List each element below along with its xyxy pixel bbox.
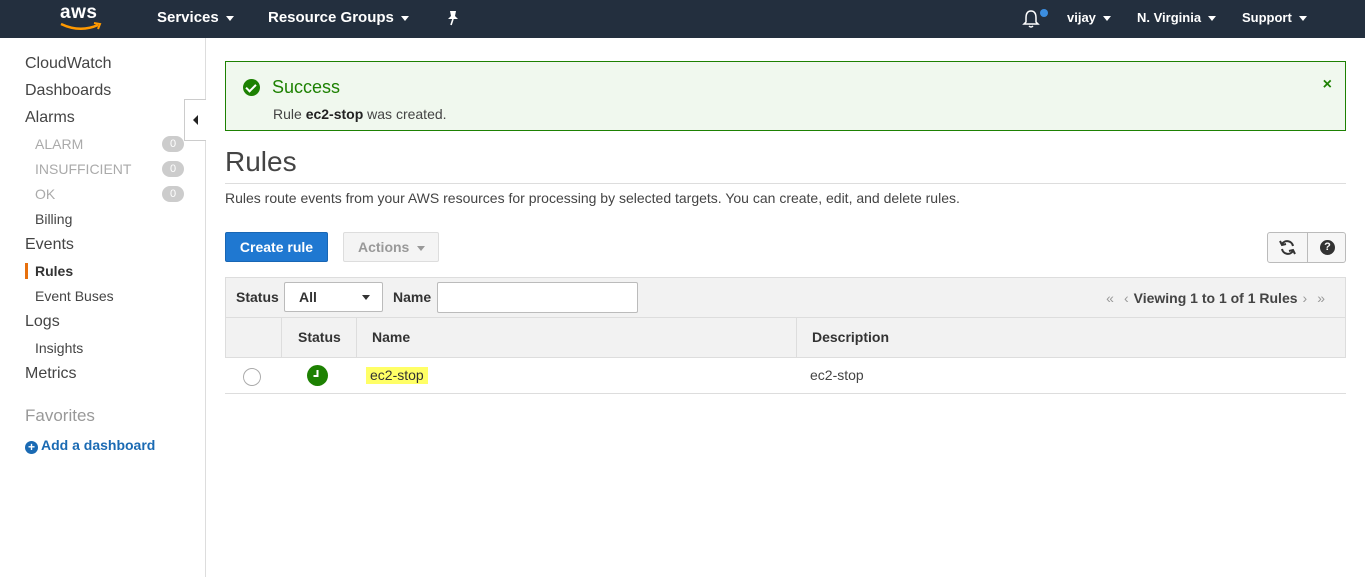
resource-groups-label: Resource Groups bbox=[268, 9, 394, 26]
support-menu[interactable]: Support bbox=[1242, 0, 1307, 38]
row-select-radio[interactable] bbox=[243, 368, 261, 386]
last-page-icon[interactable]: » bbox=[1317, 290, 1325, 306]
help-icon: ? bbox=[1320, 240, 1335, 255]
plus-circle-icon: + bbox=[25, 441, 38, 454]
top-nav: aws Services Resource Groups vijay N. Vi… bbox=[0, 0, 1365, 38]
column-header-name[interactable]: Name bbox=[372, 318, 410, 357]
sidebar-item-events[interactable]: Events bbox=[25, 236, 74, 254]
help-button[interactable]: ? bbox=[1307, 233, 1346, 262]
flash-rule-name: ec2-stop bbox=[305, 106, 364, 122]
ok-count-badge: 0 bbox=[162, 186, 184, 202]
notification-dot bbox=[1040, 9, 1048, 17]
alarm-count-badge: 0 bbox=[162, 136, 184, 152]
pagination: « ‹ Viewing 1 to 1 of 1 Rules › » bbox=[1101, 290, 1330, 306]
flash-message: Rule ec2-stop was created. bbox=[273, 106, 447, 122]
enabled-status-icon bbox=[307, 365, 328, 386]
chevron-down-icon bbox=[417, 245, 426, 251]
table-header: Status Name Description bbox=[225, 318, 1346, 358]
chevron-down-icon bbox=[1102, 16, 1111, 22]
pin-icon[interactable] bbox=[446, 10, 460, 26]
chevron-down-icon bbox=[225, 15, 234, 21]
flash-msg-prefix: Rule bbox=[273, 106, 306, 122]
name-filter-input[interactable] bbox=[437, 282, 638, 313]
user-menu[interactable]: vijay bbox=[1067, 0, 1111, 38]
column-header-status[interactable]: Status bbox=[298, 318, 341, 357]
sidebar-item-billing[interactable]: Billing bbox=[35, 211, 72, 227]
insufficient-count-badge: 0 bbox=[162, 161, 184, 177]
first-page-icon[interactable]: « bbox=[1106, 290, 1114, 306]
sidebar-item-rules[interactable]: Rules bbox=[35, 263, 73, 279]
sidebar-item-alarms[interactable]: Alarms bbox=[25, 109, 75, 127]
page-description: Rules route events from your AWS resourc… bbox=[225, 190, 960, 206]
chevron-down-icon bbox=[1208, 16, 1217, 22]
create-rule-button[interactable]: Create rule bbox=[225, 232, 328, 262]
collapse-sidebar-button[interactable] bbox=[184, 99, 206, 141]
flash-title: Success bbox=[272, 77, 341, 97]
name-filter-label: Name bbox=[393, 289, 432, 305]
filter-bar: Status All Name « ‹ Viewing 1 to 1 of 1 Ru… bbox=[225, 277, 1346, 318]
chevron-down-icon bbox=[400, 15, 409, 21]
sidebar-item-ok[interactable]: OK bbox=[35, 186, 55, 202]
column-header-description[interactable]: Description bbox=[812, 318, 889, 357]
region-menu[interactable]: N. Virginia bbox=[1137, 0, 1217, 38]
services-label: Services bbox=[157, 9, 219, 26]
sidebar-item-insufficient[interactable]: INSUFFICIENT bbox=[35, 161, 131, 177]
prev-page-icon[interactable]: ‹ bbox=[1124, 290, 1129, 306]
flash-msg-suffix: was created. bbox=[363, 106, 447, 122]
next-page-icon[interactable]: › bbox=[1303, 290, 1308, 306]
page-title: Rules bbox=[225, 146, 297, 177]
actions-button[interactable]: Actions bbox=[343, 232, 439, 262]
column-divider bbox=[796, 318, 797, 357]
sidebar-item-metrics[interactable]: Metrics bbox=[25, 365, 77, 383]
region-label: N. Virginia bbox=[1137, 10, 1202, 25]
sidebar-item-insights[interactable]: Insights bbox=[35, 340, 83, 356]
user-label: vijay bbox=[1067, 10, 1096, 25]
favorites-heading: Favorites bbox=[25, 406, 95, 425]
title-divider bbox=[225, 183, 1346, 184]
chevron-down-icon bbox=[362, 295, 370, 300]
chevron-down-icon bbox=[1298, 16, 1307, 22]
status-filter-label: Status bbox=[236, 289, 279, 305]
actions-label: Actions bbox=[358, 239, 410, 255]
column-divider bbox=[356, 318, 357, 357]
support-label: Support bbox=[1242, 10, 1292, 25]
sidebar-item-logs[interactable]: Logs bbox=[25, 313, 60, 331]
sidebar: CloudWatch Dashboards Alarms ALARM 0 INS… bbox=[0, 38, 206, 577]
clock-icon bbox=[313, 370, 319, 377]
refresh-button[interactable] bbox=[1268, 233, 1307, 262]
sidebar-item-event-buses[interactable]: Event Buses bbox=[35, 288, 114, 304]
check-circle-icon bbox=[243, 79, 260, 96]
status-select-value: All bbox=[299, 289, 317, 305]
rule-description: ec2-stop bbox=[810, 367, 864, 383]
column-divider bbox=[281, 318, 282, 357]
status-select[interactable]: All bbox=[284, 282, 383, 312]
active-indicator bbox=[25, 263, 28, 279]
bell-icon[interactable] bbox=[1021, 9, 1041, 29]
sidebar-item-cloudwatch[interactable]: CloudWatch bbox=[25, 55, 112, 73]
close-icon[interactable]: × bbox=[1323, 76, 1332, 94]
add-dashboard-label: Add a dashboard bbox=[41, 437, 156, 453]
aws-smile-icon bbox=[60, 22, 102, 30]
add-dashboard-link[interactable]: + Add a dashboard bbox=[25, 437, 155, 454]
sidebar-item-alarm[interactable]: ALARM bbox=[35, 136, 83, 152]
rule-name-link[interactable]: ec2-stop bbox=[366, 367, 428, 384]
resource-groups-menu[interactable]: Resource Groups bbox=[268, 0, 409, 38]
pager-text: Viewing 1 to 1 of 1 Rules bbox=[1133, 290, 1298, 306]
aws-logo[interactable]: aws bbox=[58, 2, 104, 34]
refresh-icon bbox=[1279, 240, 1296, 255]
services-menu[interactable]: Services bbox=[157, 0, 234, 38]
sidebar-item-dashboards[interactable]: Dashboards bbox=[25, 82, 111, 100]
success-flash: Success Rule ec2-stop was created. × bbox=[225, 61, 1346, 131]
toolbar-button-group: ? bbox=[1267, 232, 1346, 263]
table-row[interactable]: ec2-stop ec2-stop bbox=[225, 358, 1346, 394]
